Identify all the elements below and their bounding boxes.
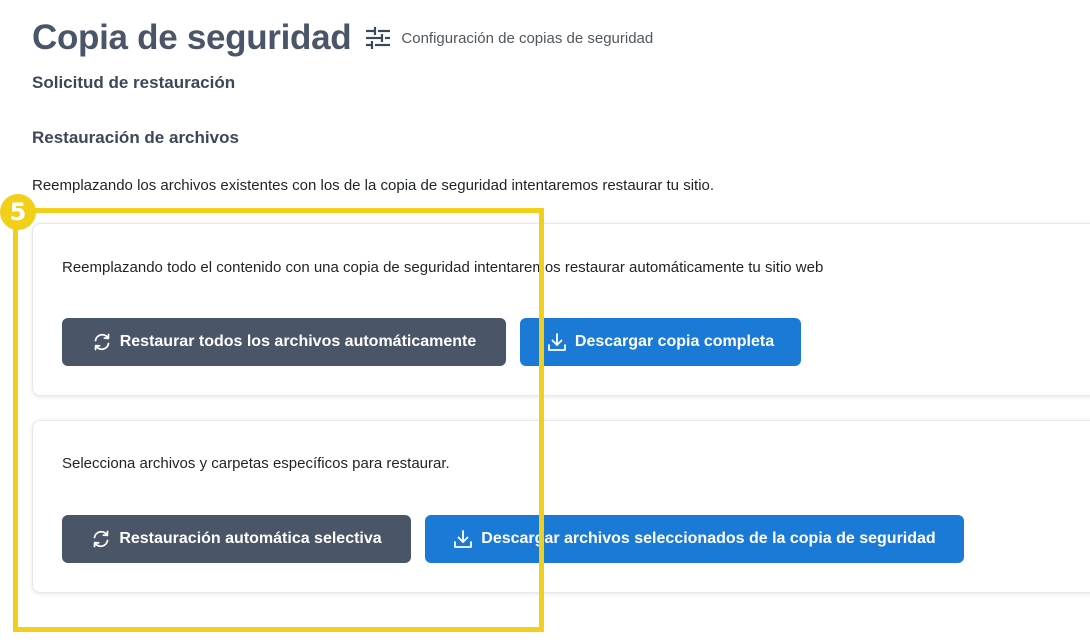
selective-restore-card: Selecciona archivos y carpetas específic… xyxy=(32,420,1090,593)
refresh-icon xyxy=(91,529,111,549)
restore-request-subtitle: Solicitud de restauración xyxy=(32,73,236,92)
callout-number-badge: 5 xyxy=(0,194,36,230)
download-full-backup-label: Descargar copia completa xyxy=(574,333,775,350)
full-restore-description: Reemplazando todo el contenido con una c… xyxy=(62,259,824,276)
selective-restore-button[interactable]: Restauración automática selectiva xyxy=(62,515,411,563)
full-restore-card: Reemplazando todo el contenido con una c… xyxy=(32,223,1090,396)
refresh-icon xyxy=(92,332,112,352)
file-restore-heading: Restauración de archivos xyxy=(32,128,239,147)
selective-restore-description: Selecciona archivos y carpetas específic… xyxy=(62,455,450,472)
backup-settings-link[interactable]: Configuración de copias de seguridad xyxy=(365,26,653,50)
selective-restore-label: Restauración automática selectiva xyxy=(119,530,382,547)
download-icon xyxy=(547,332,567,352)
download-icon xyxy=(453,529,473,549)
file-restore-intro: Reemplazando los archivos existentes con… xyxy=(32,177,715,194)
restore-all-files-button[interactable]: Restaurar todos los archivos automáticam… xyxy=(62,318,506,366)
restore-all-files-label: Restaurar todos los archivos automáticam… xyxy=(119,333,477,350)
page-title: Copia de seguridad xyxy=(32,18,352,57)
sliders-icon xyxy=(365,26,391,50)
download-selected-files-button[interactable]: Descargar archivos seleccionados de la c… xyxy=(425,515,964,563)
download-full-backup-button[interactable]: Descargar copia completa xyxy=(520,318,801,366)
download-selected-files-label: Descargar archivos seleccionados de la c… xyxy=(481,530,936,547)
page-header: Copia de seguridad Configuración de copi… xyxy=(32,18,653,58)
backup-settings-label[interactable]: Configuración de copias de seguridad xyxy=(401,30,653,47)
